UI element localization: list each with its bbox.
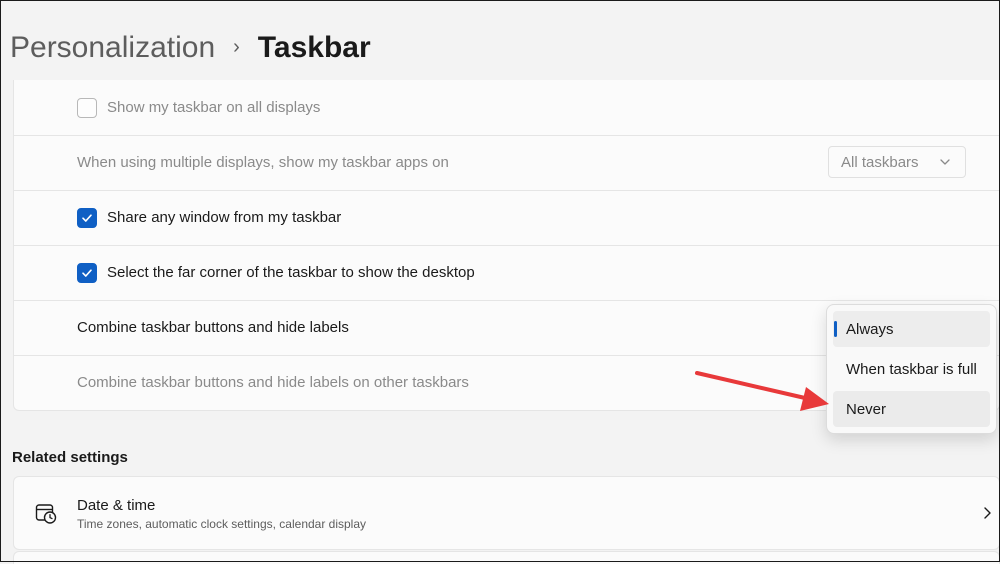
setting-label: Combine taskbar buttons and hide labels xyxy=(77,319,349,336)
menu-option-always[interactable]: Always xyxy=(833,311,990,347)
related-setting-title: Date & time xyxy=(77,497,156,514)
calendar-clock-icon xyxy=(35,504,57,524)
setting-label: Show my taskbar on all displays xyxy=(107,99,321,116)
far-corner-desktop-checkbox[interactable] xyxy=(77,262,97,283)
selection-indicator xyxy=(834,321,837,337)
breadcrumb-parent-personalization[interactable]: Personalization xyxy=(10,31,215,65)
breadcrumb-separator-icon: › xyxy=(233,35,240,58)
option-label: Always xyxy=(846,320,894,338)
setting-row-show-on-all-displays: Show my taskbar on all displays xyxy=(14,80,999,136)
option-label: When taskbar is full xyxy=(846,360,977,378)
setting-row-share-window: Share any window from my taskbar xyxy=(14,190,999,246)
menu-option-never[interactable]: Never xyxy=(833,391,990,427)
next-related-setting-card[interactable] xyxy=(13,551,1000,564)
breadcrumb: Personalization › Taskbar xyxy=(10,28,371,68)
combine-buttons-dropdown-menu: Always When taskbar is full Never xyxy=(826,304,997,434)
setting-label: Combine taskbar buttons and hide labels … xyxy=(77,374,469,391)
setting-label: Share any window from my taskbar xyxy=(107,209,342,226)
taskbar-apps-display-dropdown[interactable]: All taskbars xyxy=(828,146,966,178)
show-on-all-displays-checkbox[interactable] xyxy=(77,97,97,118)
share-window-checkbox[interactable] xyxy=(77,207,97,228)
chevron-right-icon xyxy=(984,507,991,519)
setting-label: When using multiple displays, show my ta… xyxy=(77,154,449,171)
checkmark-icon xyxy=(82,268,92,277)
setting-row-far-corner-desktop: Select the far corner of the taskbar to … xyxy=(14,245,999,301)
setting-row-multiple-displays-apps: When using multiple displays, show my ta… xyxy=(14,135,999,191)
setting-label: Select the far corner of the taskbar to … xyxy=(107,264,475,281)
option-label: Never xyxy=(846,400,887,418)
chevron-down-icon xyxy=(940,159,950,165)
related-setting-date-time[interactable]: Date & time Time zones, automatic clock … xyxy=(13,476,1000,550)
related-settings-heading: Related settings xyxy=(12,449,128,466)
dropdown-value: All taskbars xyxy=(841,153,919,171)
menu-option-when-taskbar-full[interactable]: When taskbar is full xyxy=(833,351,990,387)
related-setting-subtitle: Time zones, automatic clock settings, ca… xyxy=(77,517,367,531)
checkmark-icon xyxy=(82,213,92,222)
page-title: Taskbar xyxy=(257,31,371,64)
